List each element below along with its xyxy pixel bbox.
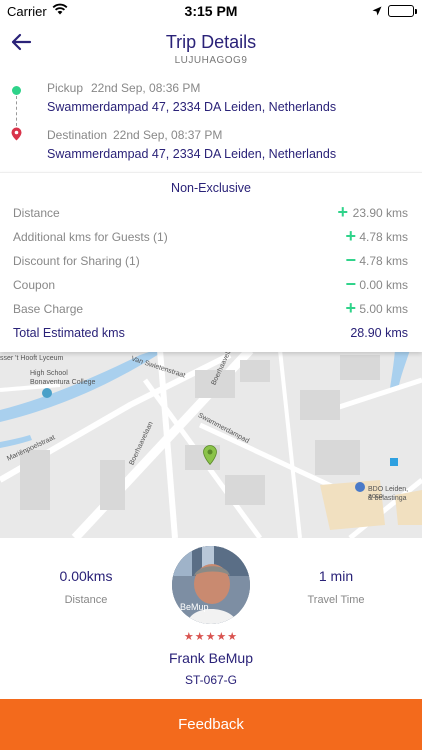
map-label: sser 't Hooft Lyceum [0, 355, 64, 362]
map-label: Bonaventura College [30, 379, 96, 386]
fare-total-value: 28.90 kms [350, 326, 408, 340]
fare-total-row: Total Estimated kms 28.90 kms [13, 324, 408, 344]
minus-icon: − [345, 250, 356, 270]
travel-time-stat: 1 min Travel Time [266, 568, 406, 606]
vehicle-plate: ST-067-G [184, 673, 238, 687]
school-poi-icon [42, 388, 52, 398]
pickup-dot-icon [12, 86, 21, 95]
driver-panel: 0.00kms Distance BeMup 1 min Travel Time… [0, 538, 422, 700]
svg-text:BeMup: BeMup [180, 602, 209, 612]
travel-time-value: 1 min [318, 568, 354, 584]
fare-row-label: Additional kms for Guests (1) [13, 230, 168, 244]
map-label: High School [30, 370, 68, 377]
fare-row-label: Base Charge [13, 302, 84, 316]
plus-icon: + [345, 226, 356, 246]
fare-row: Additional kms for Guests (1) + 4.78 kms [13, 226, 408, 248]
distance-stat: 0.00kms Distance [16, 568, 156, 606]
fare-breakdown-card: Non-Exclusive Distance + 23.90 kms Addit… [0, 172, 422, 352]
travel-time-label: Travel Time [307, 594, 365, 606]
fare-row-value: 0.00 kms [359, 278, 408, 292]
fare-type-title: Non-Exclusive [171, 181, 251, 195]
route-map[interactable]: sser 't Hooft Lyceum High School Bonaven… [0, 350, 422, 538]
clock: 3:15 PM [184, 3, 238, 19]
location-arrow-icon [372, 4, 382, 19]
fare-row-label: Discount for Sharing (1) [13, 254, 140, 268]
fare-row-value: 23.90 kms [352, 206, 408, 220]
driver-rating-stars: ★★★★★ [183, 631, 239, 643]
feedback-button[interactable]: Feedback [0, 699, 422, 750]
fare-row: Base Charge + 5.00 kms [13, 298, 408, 320]
business-poi-icon [355, 482, 365, 492]
destination-pin-icon [11, 127, 22, 141]
status-bar: Carrier 3:15 PM [0, 0, 422, 22]
location-pin-icon[interactable] [203, 445, 217, 470]
fare-row-value: 4.78 kms [359, 254, 408, 268]
fare-row-label: Distance [13, 206, 60, 220]
transit-icon [390, 458, 398, 466]
pickup-time: 22nd Sep, 08:36 PM [91, 81, 201, 95]
fare-row: Coupon − 0.00 kms [13, 274, 408, 296]
distance-label: Distance [64, 594, 108, 606]
plus-icon: + [345, 298, 356, 318]
fare-row-value: 4.78 kms [359, 230, 408, 244]
driver-avatar[interactable]: BeMup [172, 546, 250, 624]
destination-label: Destination [47, 128, 108, 142]
distance-value: 0.00kms [59, 568, 113, 584]
fare-row: Discount for Sharing (1) − 4.78 kms [13, 250, 408, 272]
plus-icon: + [337, 202, 348, 222]
fare-row-label: Coupon [13, 278, 56, 292]
battery-icon [388, 5, 417, 17]
destination-time: 22nd Sep, 08:37 PM [113, 128, 223, 142]
fare-row: Distance + 23.90 kms [13, 202, 408, 224]
map-label: & belastinga [368, 495, 407, 502]
destination-address: Swammerdampad 47, 2334 DA Leiden, Nether… [47, 147, 337, 161]
trip-code: LUJUHAGOG9 [174, 55, 248, 66]
pickup-label: Pickup [47, 81, 84, 95]
pickup-address: Swammerdampad 47, 2334 DA Leiden, Nether… [47, 100, 337, 114]
page-title: Trip Details [165, 32, 257, 52]
driver-name: Frank BeMup [168, 650, 254, 666]
fare-row-value: 5.00 kms [359, 302, 408, 316]
fare-total-label: Total Estimated kms [13, 326, 125, 340]
minus-icon: − [345, 274, 356, 294]
route-connector [16, 96, 17, 126]
